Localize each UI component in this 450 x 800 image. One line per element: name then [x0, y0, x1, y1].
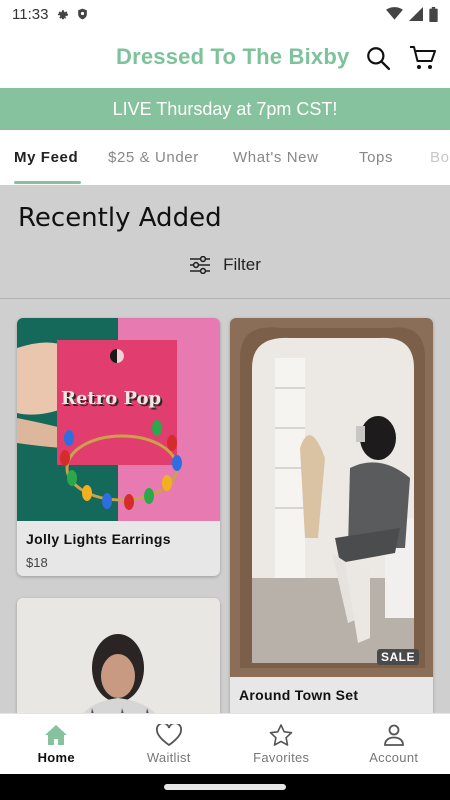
tab-25-and-under[interactable]: $25 & Under [108, 149, 199, 166]
tab-whats-new[interactable]: What's New [233, 149, 319, 166]
earrings-photo: Retro Pop Retro Pop [17, 318, 220, 521]
nav-label-account: Account [369, 749, 419, 765]
live-announcement-banner[interactable]: LIVE Thursday at 7pm CST! [0, 88, 450, 130]
product-card[interactable]: SALE Around Town Set [230, 318, 433, 713]
status-bar: 11:33 [0, 0, 450, 28]
sale-badge: SALE [376, 649, 419, 665]
tab-tops[interactable]: Tops [359, 149, 393, 166]
woman-plaid-shirt-photo [17, 598, 220, 713]
star-icon [269, 723, 293, 746]
tab-partial[interactable]: Bo [430, 149, 450, 166]
section-title: Recently Added [18, 203, 222, 233]
nav-waitlist[interactable]: Waitlist [113, 714, 226, 774]
person-icon [383, 724, 404, 746]
mirror-selfie-photo [230, 318, 433, 677]
product-price: $18 [26, 555, 48, 570]
divider [0, 298, 450, 299]
filter-button[interactable]: Filter [0, 247, 450, 283]
tab-my-feed[interactable]: My Feed [14, 149, 78, 166]
filter-label: Filter [223, 255, 261, 274]
nav-account[interactable]: Account [338, 714, 450, 774]
product-name[interactable]: Jolly Lights Earrings [26, 531, 171, 547]
product-feed[interactable]: Recently Added Filter Retro Pop Retro Po… [0, 185, 450, 713]
gear-icon [58, 10, 69, 20]
active-tab-indicator [14, 181, 81, 184]
announcement-text: LIVE Thursday at 7pm CST! [112, 98, 338, 119]
nav-label-favorites: Favorites [253, 749, 310, 765]
system-navigation-bar [0, 774, 450, 800]
nav-label-home: Home [37, 749, 75, 765]
status-time: 11:33 [12, 5, 49, 23]
bottom-navigation: Home Waitlist Favorites Account [0, 713, 450, 774]
heart-icon [155, 723, 182, 746]
home-gesture-pill[interactable] [164, 784, 286, 790]
nav-label-waitlist: Waitlist [146, 749, 191, 765]
app-header: Dressed To The Bixby [0, 28, 450, 88]
signal-icon [409, 7, 423, 21]
wifi-icon [386, 7, 403, 20]
brand-title[interactable]: Dressed To The Bixby [116, 44, 349, 70]
battery-icon [429, 6, 438, 22]
retro-pop-card-text-highlight: Retro Pop [61, 388, 161, 409]
home-icon [45, 724, 68, 745]
nav-favorites[interactable]: Favorites [225, 714, 338, 774]
cart-icon[interactable] [409, 44, 437, 72]
nav-home[interactable]: Home [0, 714, 113, 774]
product-name[interactable]: Around Town Set [239, 687, 358, 703]
product-card[interactable] [17, 598, 220, 713]
category-tabs[interactable]: My Feed $25 & Under What's New Tops Bo [0, 130, 450, 185]
shield-icon [78, 8, 88, 20]
product-card[interactable]: Retro Pop Retro Pop Jolly Lights Earring… [17, 318, 220, 576]
sliders-icon [190, 256, 211, 274]
search-icon[interactable] [364, 44, 392, 72]
